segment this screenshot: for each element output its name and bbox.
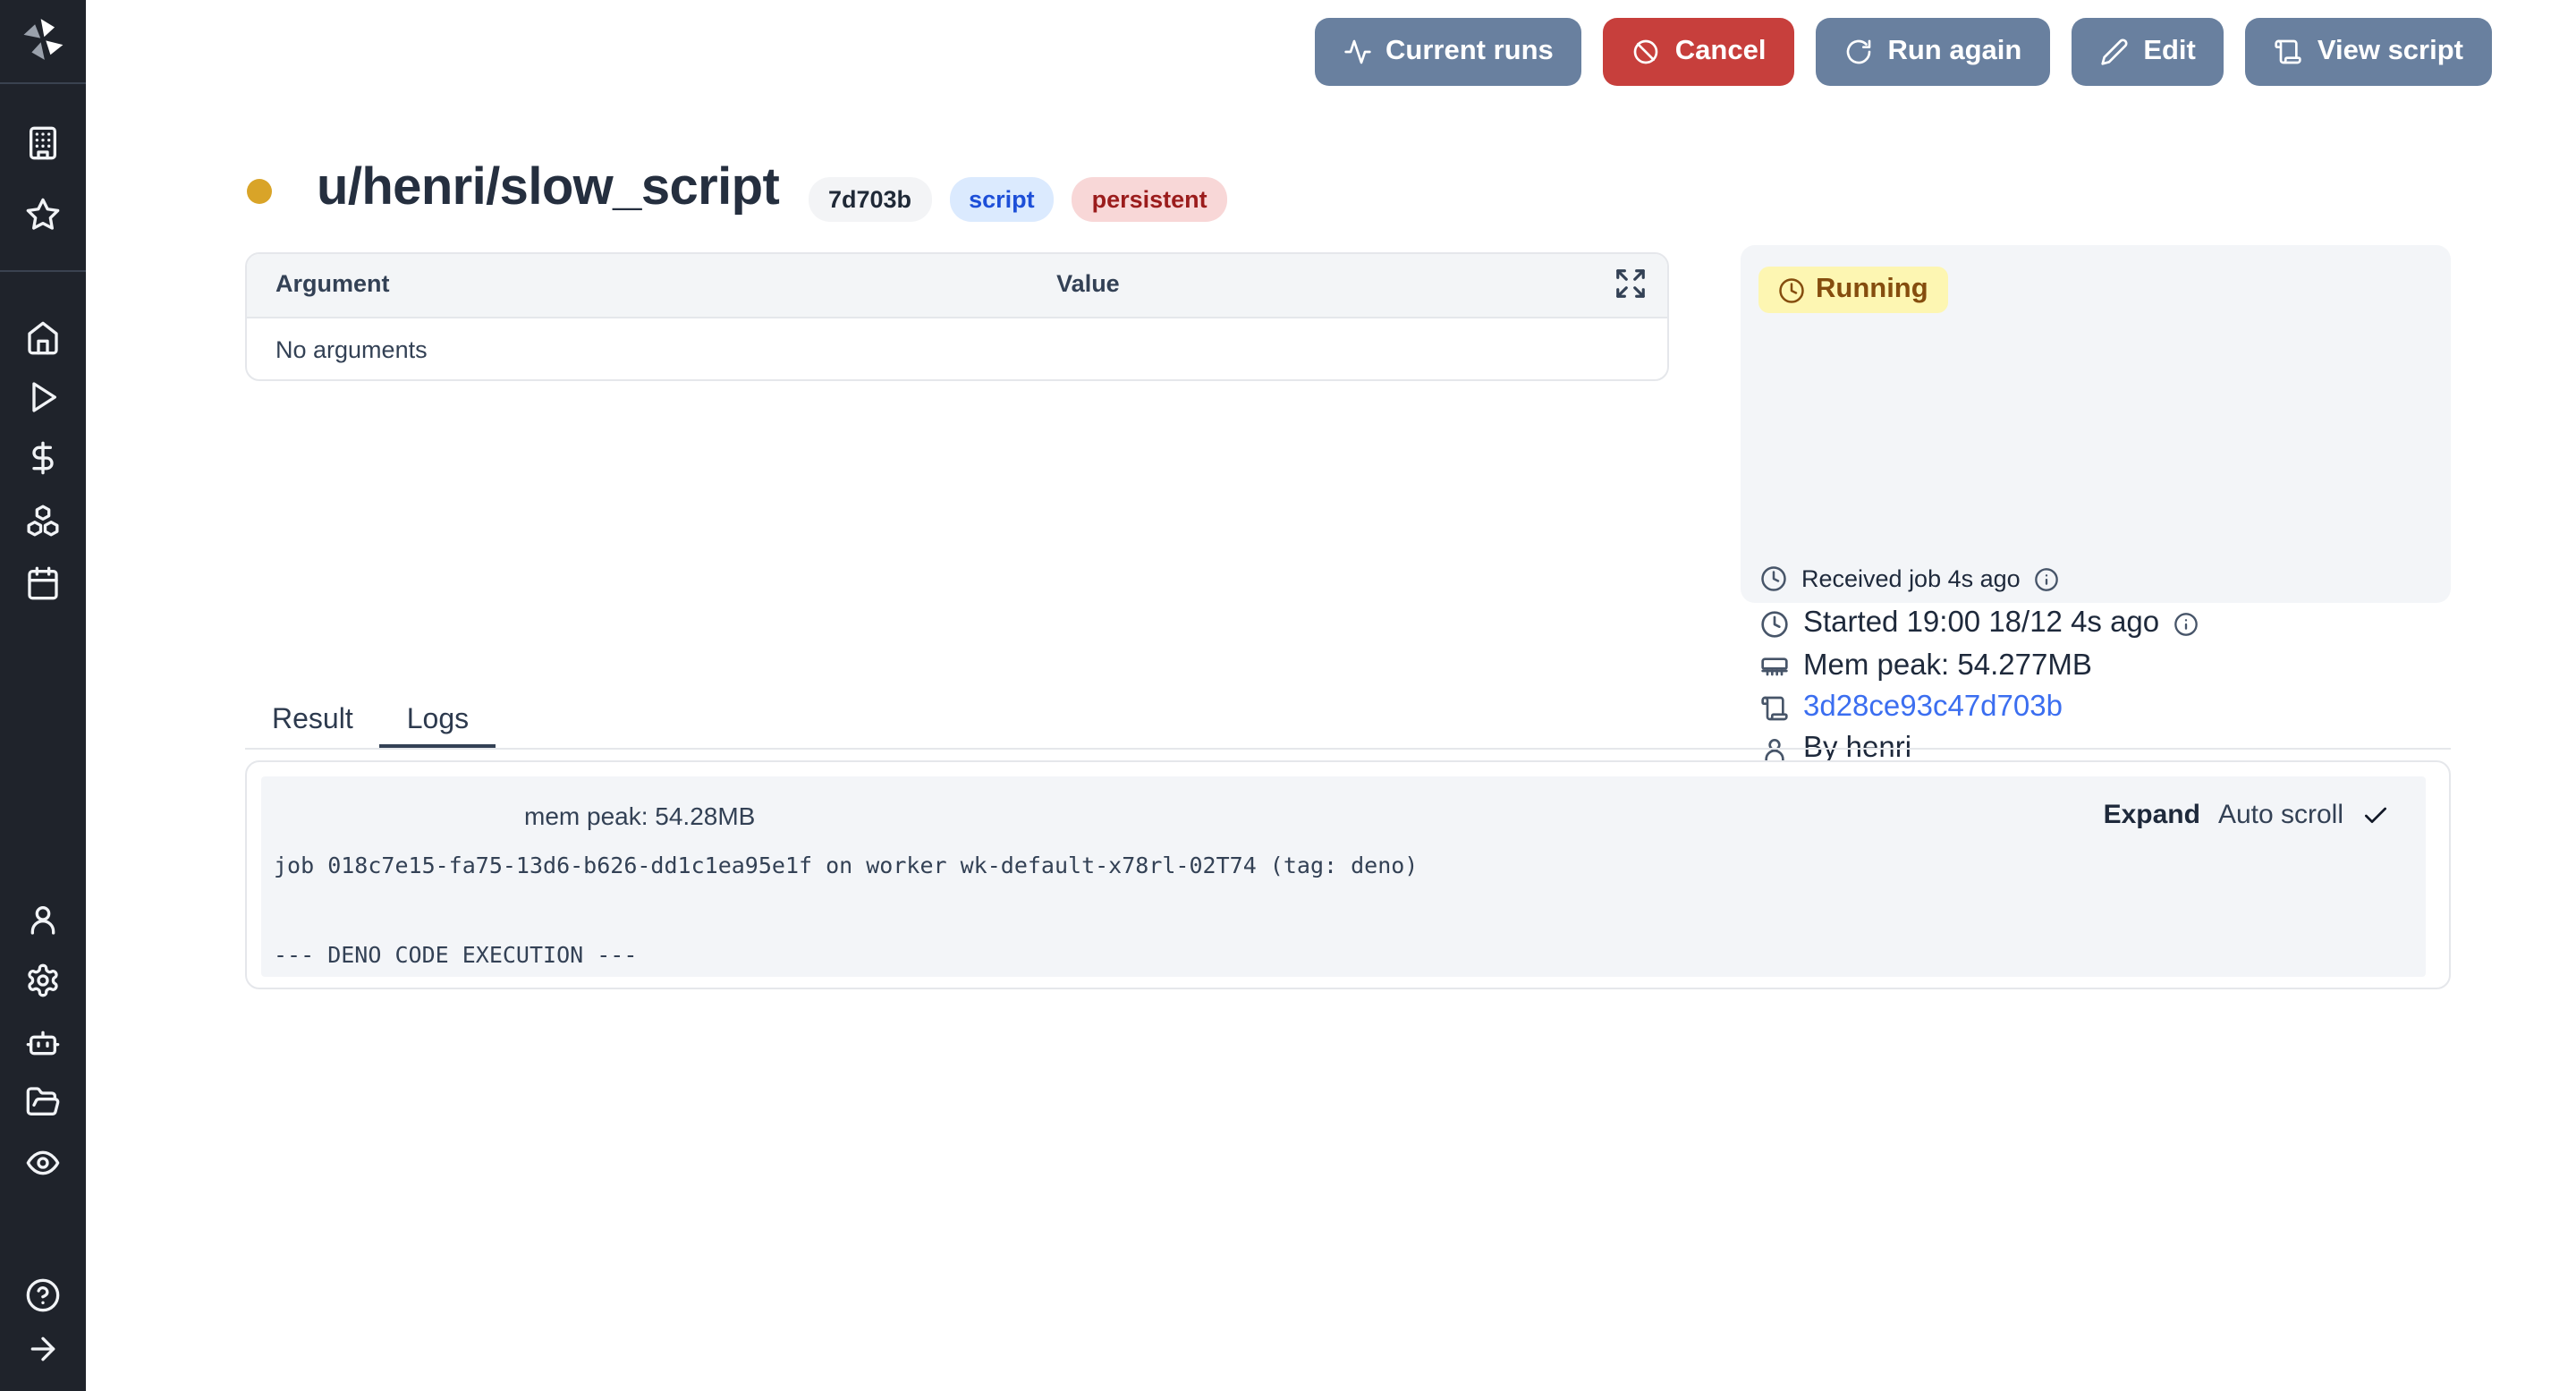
view-script-button[interactable]: View script — [2246, 18, 2492, 86]
log-line-exec: --- DENO CODE EXECUTION --- — [274, 941, 637, 968]
script-hash-link[interactable]: 3d28ce93c47d703b — [1803, 691, 2063, 725]
received-job-row: Received job 4s ago — [1760, 565, 2060, 592]
edit-label: Edit — [2143, 36, 2196, 68]
sidebar-divider — [0, 82, 86, 84]
argument-column-header: Argument — [275, 270, 390, 297]
cancel-button[interactable]: Cancel — [1604, 18, 1795, 86]
sidebar-item-variables[interactable] — [25, 440, 61, 476]
result-logs-tabs: Result Logs — [245, 698, 496, 750]
table-row: No arguments — [247, 318, 1667, 379]
log-expand-button[interactable]: Expand — [2104, 800, 2200, 830]
edit-button[interactable]: Edit — [2072, 18, 2224, 86]
info-icon[interactable] — [2035, 566, 2060, 591]
pencil-icon — [2100, 38, 2129, 66]
arrow-right-icon — [25, 1331, 61, 1367]
sidebar-item-users[interactable] — [25, 902, 61, 937]
run-again-label: Run again — [1887, 36, 2021, 68]
info-icon[interactable] — [2174, 611, 2199, 636]
tabs-bottom-border — [245, 748, 2451, 750]
sidebar-item-home[interactable] — [25, 320, 61, 356]
folder-open-icon — [25, 1084, 61, 1120]
current-runs-button[interactable]: Current runs — [1314, 18, 1582, 86]
log-line-job: job 018c7e15-fa75-13d6-b626-dd1c1ea95e1f… — [274, 852, 1418, 878]
check-icon[interactable] — [2361, 801, 2390, 829]
ban-icon — [1632, 38, 1661, 66]
tab-result[interactable]: Result — [245, 698, 380, 750]
sidebar-item-favorites[interactable] — [25, 197, 61, 233]
sidebar-item-workspace[interactable] — [25, 125, 61, 161]
log-output: job 018c7e15-fa75-13d6-b626-dd1c1ea95e1f… — [274, 843, 1418, 977]
mem-peak-text: Mem peak: 54.277MB — [1803, 649, 2092, 683]
page-title: u/henri/slow_script — [317, 159, 779, 218]
screen: Current runs Cancel Run again Edit View … — [0, 0, 2576, 1391]
help-circle-icon — [25, 1277, 61, 1313]
sidebar-item-workers[interactable] — [25, 1025, 61, 1061]
mem-peak-row: Mem peak: 54.277MB — [1760, 649, 2092, 683]
started-row: Started 19:00 18/12 4s ago — [1760, 606, 2199, 640]
script-hash-row: 3d28ce93c47d703b — [1760, 691, 2063, 725]
view-script-label: View script — [2318, 36, 2463, 68]
tab-logs[interactable]: Logs — [380, 698, 496, 750]
sidebar-divider — [0, 270, 86, 272]
sidebar — [0, 0, 86, 1391]
current-runs-label: Current runs — [1385, 36, 1554, 68]
log-controls: Expand Auto scroll — [2104, 800, 2390, 830]
topbar-actions: Current runs Cancel Run again Edit View … — [1314, 18, 2492, 86]
log-viewer: mem peak: 54.28MB Expand Auto scroll job… — [261, 776, 2426, 977]
sidebar-item-help[interactable] — [25, 1277, 61, 1313]
sidebar-item-resources[interactable] — [25, 503, 61, 539]
arguments-table-header: Argument Value — [247, 254, 1667, 318]
app-window: Current runs Cancel Run again Edit View … — [0, 0, 2576, 1391]
scroll-icon — [2275, 38, 2303, 66]
expand-icon — [1614, 267, 1648, 301]
hash-badge: 7d703b — [809, 177, 931, 222]
running-status-badge: Running — [1758, 267, 1948, 313]
job-status-panel: Running Received job 4s ago Started 19:0… — [1741, 245, 2451, 603]
play-icon — [25, 379, 61, 415]
sidebar-item-folders[interactable] — [25, 1084, 61, 1120]
boxes-icon — [25, 503, 61, 539]
memory-icon — [1760, 652, 1789, 681]
gear-icon — [25, 963, 61, 998]
windmill-logo-icon[interactable] — [18, 14, 68, 64]
logs-card: mem peak: 54.28MB Expand Auto scroll job… — [245, 760, 2451, 989]
dollar-icon — [25, 440, 61, 476]
started-text: Started 19:00 18/12 4s ago — [1803, 606, 2159, 640]
clock-icon — [1760, 565, 1787, 592]
value-column-header: Value — [1056, 270, 1120, 297]
sidebar-item-schedules[interactable] — [25, 565, 61, 601]
star-icon — [25, 197, 61, 233]
job-status-dot — [247, 179, 272, 204]
running-status-label: Running — [1816, 274, 1928, 306]
sidebar-item-runs[interactable] — [25, 379, 61, 415]
run-again-button[interactable]: Run again — [1816, 18, 2050, 86]
clock-icon — [1778, 276, 1805, 303]
home-icon — [25, 320, 61, 356]
kind-badge: script — [949, 177, 1055, 222]
expand-table-button[interactable] — [1614, 267, 1648, 301]
persistent-badge: persistent — [1072, 177, 1227, 222]
building-icon — [25, 125, 61, 161]
refresh-icon — [1844, 38, 1873, 66]
title-badges: 7d703b script persistent — [809, 177, 1227, 222]
calendar-icon — [25, 565, 61, 601]
robot-icon — [25, 1025, 61, 1061]
sidebar-expand-toggle[interactable] — [25, 1331, 61, 1367]
sidebar-item-audit-logs[interactable] — [25, 1145, 61, 1181]
sidebar-item-settings[interactable] — [25, 963, 61, 998]
eye-icon — [25, 1145, 61, 1181]
activity-icon — [1343, 38, 1371, 66]
no-arguments-text: No arguments — [275, 335, 428, 362]
cancel-label: Cancel — [1675, 36, 1767, 68]
tab-result-label: Result — [272, 705, 353, 737]
received-job-text: Received job 4s ago — [1801, 565, 2021, 592]
log-mem-peak: mem peak: 54.28MB — [524, 802, 755, 830]
scroll-icon — [1760, 693, 1789, 722]
tab-logs-label: Logs — [407, 705, 469, 737]
arguments-table: Argument Value No arguments — [245, 252, 1669, 381]
user-icon — [25, 902, 61, 937]
auto-scroll-toggle-label[interactable]: Auto scroll — [2218, 800, 2343, 830]
clock-icon — [1760, 609, 1789, 638]
